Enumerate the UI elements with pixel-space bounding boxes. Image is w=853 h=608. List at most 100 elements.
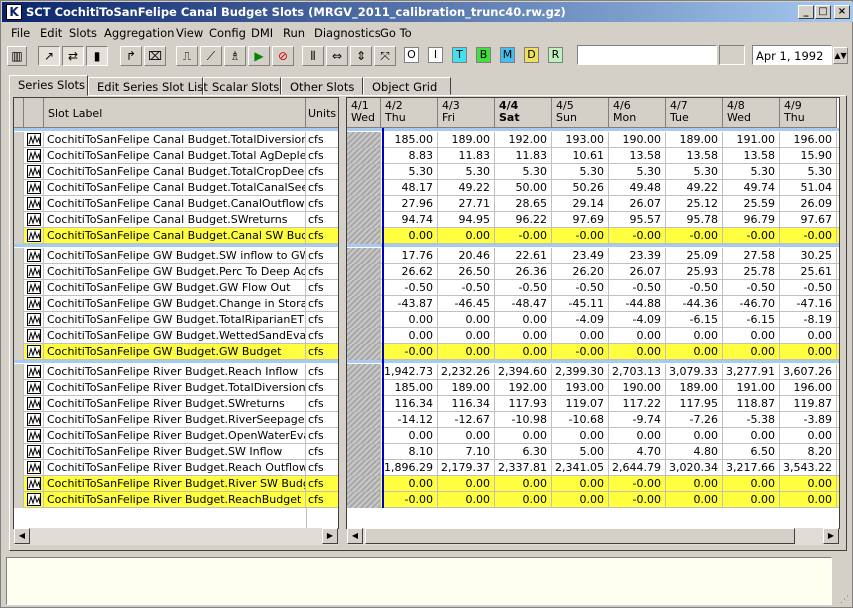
slot-label[interactable]: CochitiToSanFelipe Canal Budget.TotalDiv… xyxy=(44,132,306,148)
graph-icon[interactable]: ⟋ xyxy=(200,46,222,66)
value-cell[interactable]: 25.61 xyxy=(780,264,837,280)
date-header[interactable]: 4/5 Sun xyxy=(552,98,609,128)
value-cell[interactable]: 48.17 xyxy=(381,180,438,196)
value-cell[interactable]: 8.20 xyxy=(780,444,837,460)
slot-label[interactable]: CochitiToSanFelipe Canal Budget.TotalCro… xyxy=(44,164,306,180)
value-cell[interactable]: 193.00 xyxy=(552,132,609,148)
menu-aggregation[interactable]: Aggregation xyxy=(104,26,174,40)
value-cell[interactable]: 190.00 xyxy=(609,132,666,148)
table-row[interactable]: 5.30 5.30 5.30 5.30 5.30 5.30 5.30 5.30 xyxy=(347,164,839,180)
table-row[interactable]: 8.83 11.83 11.83 10.61 13.58 13.58 13.58 15.90 xyxy=(347,148,839,164)
value-cell[interactable]: 5.00 xyxy=(552,444,609,460)
row-selector[interactable] xyxy=(14,364,24,380)
menu-file[interactable]: File xyxy=(11,26,30,40)
value-cell[interactable]: 0.00 xyxy=(495,344,552,360)
value-cell[interactable]: 0.00 xyxy=(552,476,609,492)
value-cell[interactable]: 2,399.30 xyxy=(552,364,609,380)
value-cell[interactable]: 13.58 xyxy=(723,148,780,164)
scroll-right-icon[interactable]: ▶ xyxy=(823,528,839,544)
row-selector[interactable] xyxy=(14,492,24,508)
fit-all-icon[interactable]: ⤧ xyxy=(374,46,396,66)
value-cell[interactable]: 28.65 xyxy=(495,196,552,212)
value-cell[interactable]: -0.50 xyxy=(438,280,495,296)
table-row[interactable]: 27.96 27.71 28.65 29.14 26.07 25.12 25.59 26.09 xyxy=(347,196,839,212)
value-cell[interactable]: 0.00 xyxy=(666,328,723,344)
row-selector[interactable] xyxy=(14,396,24,412)
table-row[interactable]: 0.00 0.00 0.00 -4.09 -4.09 -6.15 -6.15 -8.19 xyxy=(347,312,839,328)
value-cell[interactable]: 117.22 xyxy=(609,396,666,412)
row-selector[interactable] xyxy=(14,296,24,312)
value-cell[interactable]: -14.12 xyxy=(381,412,438,428)
value-cell[interactable]: 96.22 xyxy=(495,212,552,228)
value-cell[interactable]: 0.00 xyxy=(666,344,723,360)
table-row[interactable]: 17.76 20.46 22.61 23.49 23.39 25.09 27.58 30.25 xyxy=(347,248,839,264)
scroll-left-icon[interactable]: ◀ xyxy=(14,528,30,544)
table-row[interactable]: -14.12 -12.67 -10.98 -10.68 -9.74 -7.26 -5.38-… xyxy=(347,412,839,428)
menu-slots[interactable]: Slots xyxy=(69,26,97,40)
value-cell[interactable]: 26.07 xyxy=(609,196,666,212)
value-cell[interactable]: -10.68 xyxy=(552,412,609,428)
value-cell[interactable]: 2,179.37 xyxy=(438,460,495,476)
export-icon[interactable]: ↱ xyxy=(120,46,142,66)
value-cell[interactable]: 0.00 xyxy=(780,428,837,444)
menu-diagnostics[interactable]: Diagnostics xyxy=(314,26,381,40)
close-button[interactable]: × xyxy=(834,5,850,19)
value-cell[interactable]: 185.00 xyxy=(381,132,438,148)
value-cell[interactable]: -0.00 xyxy=(381,492,438,508)
value-cell[interactable]: 0.00 xyxy=(495,328,552,344)
value-cell[interactable]: 0.00 xyxy=(438,492,495,508)
value-cell[interactable]: 49.48 xyxy=(609,180,666,196)
value-cell[interactable]: 3,607.26 xyxy=(780,364,837,380)
table-row[interactable]: CochitiToSanFelipe River Budget.SWreturn… xyxy=(14,396,338,412)
value-cell[interactable]: 25.93 xyxy=(666,264,723,280)
value-cell[interactable]: 0.00 xyxy=(666,492,723,508)
value-cell[interactable]: -6.15 xyxy=(666,312,723,328)
row-selector[interactable] xyxy=(14,328,24,344)
table-row[interactable]: CochitiToSanFelipe Canal Budget.Canal SW… xyxy=(14,228,338,244)
tab-scalar-slots[interactable]: Scalar Slots xyxy=(203,77,281,95)
stop-icon[interactable]: ⊘ xyxy=(272,46,294,66)
value-cell[interactable]: -0.50 xyxy=(723,280,780,296)
row-selector[interactable] xyxy=(14,312,24,328)
value-cell[interactable]: -0.00 xyxy=(552,228,609,244)
value-cell[interactable]: 11.83 xyxy=(438,148,495,164)
date-spinner[interactable]: ▲▼ xyxy=(833,47,848,64)
value-cell[interactable]: 5.30 xyxy=(381,164,438,180)
value-cell[interactable]: -44.36 xyxy=(666,296,723,312)
table-row[interactable]: -0.00 0.00 0.00 0.00 -0.00 0.00 0.00 0.00 xyxy=(347,492,839,508)
value-cell[interactable]: 118.87 xyxy=(723,396,780,412)
table-row[interactable]: 0.00 0.00 0.00 0.00 0.00 0.00 0.00 0.00 xyxy=(347,428,839,444)
value-cell[interactable]: 2,341.05 xyxy=(552,460,609,476)
row-selector[interactable] xyxy=(14,180,24,196)
value-cell[interactable]: 26.07 xyxy=(609,264,666,280)
value-cell[interactable]: 189.00 xyxy=(666,132,723,148)
value-cell[interactable]: -12.67 xyxy=(438,412,495,428)
value-cell[interactable]: 25.78 xyxy=(723,264,780,280)
column-icon[interactable]: ▮ xyxy=(86,46,108,66)
value-cell[interactable]: 5.30 xyxy=(780,164,837,180)
value-cell[interactable]: 192.00 xyxy=(495,132,552,148)
date-header[interactable]: 4/9 Thu xyxy=(780,98,837,128)
value-cell[interactable]: 8.83 xyxy=(381,148,438,164)
tab-object-grid[interactable]: Object Grid xyxy=(363,77,451,95)
table-row[interactable]: CochitiToSanFelipe River Budget.Reach Ou… xyxy=(14,460,338,476)
value-cell[interactable]: 3,277.91 xyxy=(723,364,780,380)
value-cell[interactable]: -0.00 xyxy=(723,228,780,244)
value-cell[interactable]: 23.49 xyxy=(552,248,609,264)
table-row[interactable]: CochitiToSanFelipe Canal Budget.TotalDiv… xyxy=(14,132,338,148)
value-cell[interactable]: 0.00 xyxy=(552,492,609,508)
slot-label[interactable]: CochitiToSanFelipe River Budget.ReachBud… xyxy=(44,492,306,508)
value-cell[interactable]: 5.30 xyxy=(723,164,780,180)
row-selector[interactable] xyxy=(14,132,24,148)
menu-go-to[interactable]: Go To xyxy=(380,26,412,40)
slot-label[interactable]: CochitiToSanFelipe Canal Budget.TotalCan… xyxy=(44,180,306,196)
value-cell[interactable]: 0.00 xyxy=(552,428,609,444)
value-cell[interactable]: 25.59 xyxy=(723,196,780,212)
value-cell[interactable]: 0.00 xyxy=(495,476,552,492)
table-row[interactable]: 185.00 189.00 192.00 193.00 190.00 189.00 191.… xyxy=(347,380,839,396)
value-cell[interactable]: 95.57 xyxy=(609,212,666,228)
menu-edit[interactable]: Edit xyxy=(40,26,62,40)
value-cell[interactable]: 15.90 xyxy=(780,148,837,164)
slot-label[interactable]: CochitiToSanFelipe Canal Budget.SWreturn… xyxy=(44,212,306,228)
table-row[interactable]: 26.62 26.50 26.36 26.20 26.07 25.93 25.78 25.61 xyxy=(347,264,839,280)
